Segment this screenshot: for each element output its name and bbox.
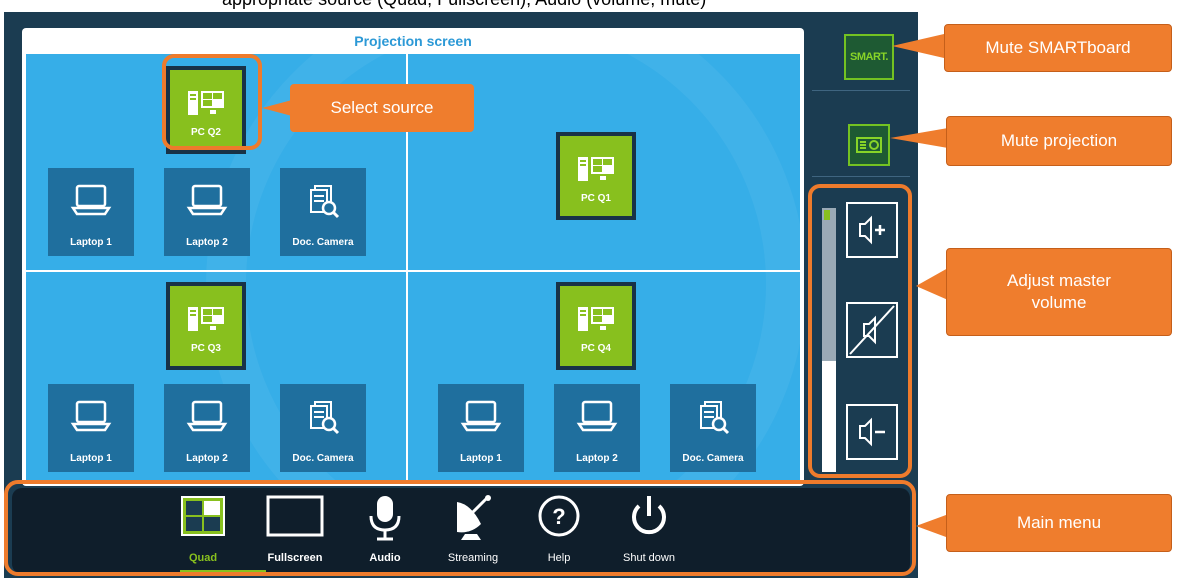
- pointer-main-menu: [916, 515, 946, 537]
- callout-main-menu: Main menu: [946, 494, 1172, 552]
- callout-select-source: Select source: [290, 84, 474, 132]
- callout-adjust-master-volume: Adjust master volume: [946, 248, 1172, 336]
- callout-mute-smartboard: Mute SMARTboard: [944, 24, 1172, 72]
- pointer-volume: [916, 268, 948, 300]
- pointer-mute-projection: [890, 128, 948, 148]
- pointer-select-source: [262, 100, 292, 116]
- callout-mute-projection: Mute projection: [946, 116, 1172, 166]
- pointer-mute-smartboard: [892, 34, 944, 58]
